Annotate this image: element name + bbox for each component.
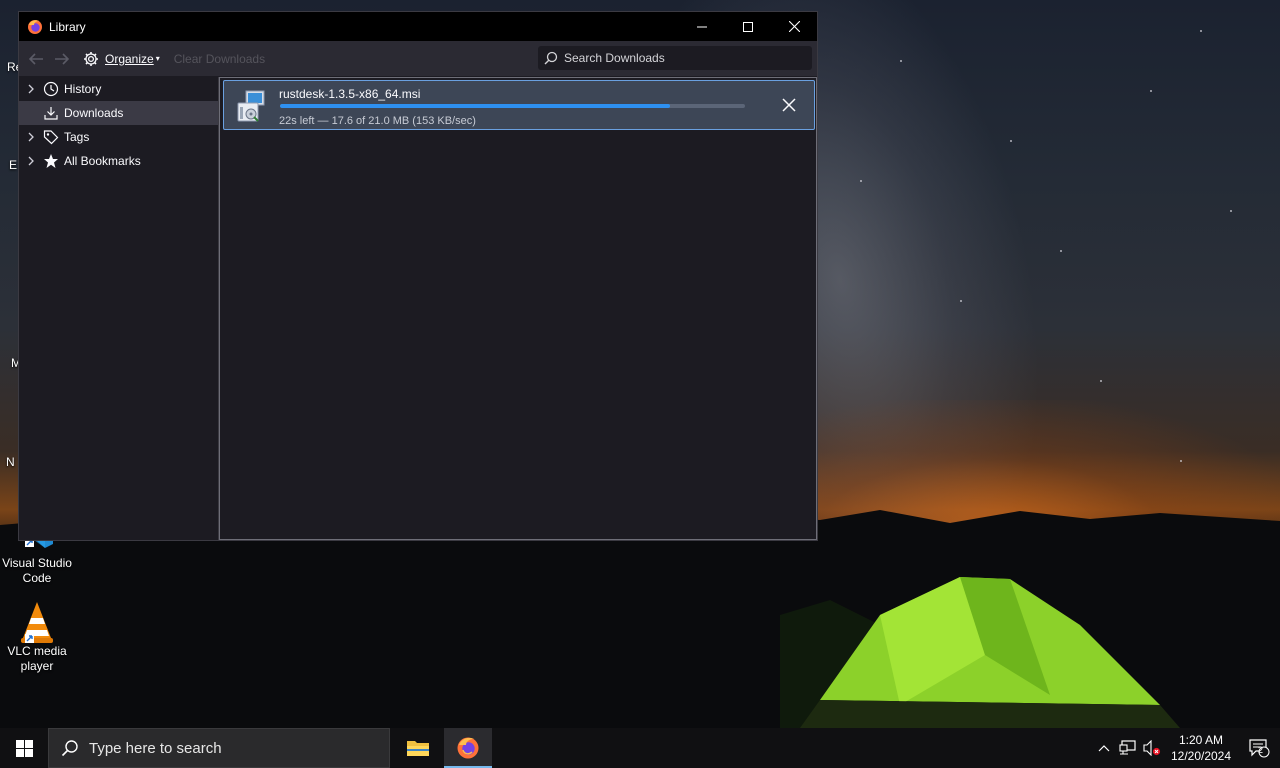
clock-date: 12/20/2024 (1170, 749, 1232, 763)
system-tray: 1:20 AM 12/20/2024 2 (1092, 728, 1280, 768)
close-icon (788, 21, 800, 32)
taskbar-app-firefox[interactable] (444, 728, 492, 768)
chevron-right-icon[interactable] (27, 156, 39, 166)
star (1230, 210, 1232, 212)
chevron-down-icon: ▾ (155, 54, 160, 63)
firefox-icon (457, 737, 479, 759)
taskbar-app-file-explorer[interactable] (394, 728, 442, 768)
close-button[interactable] (771, 12, 817, 41)
desktop-icon-label-partial: E (9, 158, 18, 172)
back-button[interactable] (25, 48, 47, 70)
taskbar-search-placeholder: Type here to search (89, 739, 222, 757)
clock-icon (43, 81, 59, 97)
star (1100, 380, 1102, 382)
maximize-icon (743, 21, 753, 32)
notification-count-badge: 2 (1258, 745, 1264, 755)
sidebar-item-history[interactable]: History (19, 77, 218, 101)
chevron-up-icon (1098, 745, 1110, 752)
arrow-right-icon (55, 52, 70, 65)
desktop-icon-label-partial: N (6, 455, 15, 469)
sidebar-item-label: Downloads (64, 106, 124, 120)
chevron-right-icon[interactable] (27, 132, 39, 142)
organize-button[interactable]: Organize ▾ (83, 51, 160, 67)
cancel-download-button[interactable] (780, 96, 798, 114)
library-sidebar: History Downloads Tags All Bookmarks (19, 77, 219, 540)
search-icon (61, 740, 78, 757)
network-button[interactable] (1116, 728, 1140, 768)
download-item[interactable]: rustdesk-1.3.5-x86_64.msi 22s left — 17.… (223, 80, 815, 130)
taskbar-clock[interactable]: 1:20 AM 12/20/2024 (1164, 732, 1238, 764)
downloads-list: rustdesk-1.3.5-x86_64.msi 22s left — 17.… (219, 77, 817, 540)
clock-time: 1:20 AM (1178, 733, 1224, 747)
search-placeholder: Search Downloads (564, 51, 665, 65)
minimize-button[interactable] (679, 12, 725, 41)
download-progress-bar (280, 104, 745, 108)
minimize-icon (697, 26, 707, 27)
network-icon (1119, 740, 1136, 755)
download-icon (43, 105, 59, 121)
sidebar-item-all-bookmarks[interactable]: All Bookmarks (19, 149, 218, 173)
arrow-left-icon (28, 52, 43, 65)
star (1150, 90, 1152, 92)
desktop-icon-label: VLC media player (7, 644, 67, 673)
download-status: 22s left — 17.6 of 21.0 MB (153 KB/sec) (279, 115, 476, 127)
desktop-icon-vlc[interactable]: VLC media player (0, 600, 74, 674)
star (1200, 30, 1202, 32)
library-toolbar: Organize ▾ Clear Downloads Search Downlo… (19, 41, 817, 77)
sidebar-item-label: All Bookmarks (64, 154, 141, 168)
sidebar-item-label: History (64, 82, 102, 96)
organize-label: Organize (105, 51, 154, 66)
firefox-icon (28, 19, 42, 34)
gear-icon (84, 51, 98, 66)
sidebar-item-label: Tags (64, 130, 90, 144)
vlc-icon (15, 600, 59, 643)
download-progress-fill (280, 104, 670, 108)
close-icon (782, 98, 796, 112)
windows-logo-icon (15, 739, 33, 757)
star (1010, 140, 1012, 142)
window-title: Library (49, 19, 86, 34)
star-icon (43, 153, 59, 169)
taskbar: Type here to search 1:20 AM 12/20/2024 2 (0, 728, 1280, 768)
sidebar-item-tags[interactable]: Tags (19, 125, 218, 149)
chevron-right-icon[interactable] (27, 84, 39, 94)
start-button[interactable] (0, 728, 48, 768)
maximize-button[interactable] (725, 12, 771, 41)
show-hidden-icons-button[interactable] (1092, 728, 1116, 768)
action-center-button[interactable]: 2 (1238, 728, 1280, 768)
volume-muted-icon (1143, 740, 1161, 756)
sidebar-item-downloads[interactable]: Downloads (19, 101, 218, 125)
star (900, 60, 902, 62)
tag-icon (43, 129, 59, 145)
clear-downloads-button[interactable]: Clear Downloads (174, 52, 265, 66)
msi-installer-icon (237, 90, 265, 122)
title-bar[interactable]: Library (19, 12, 817, 41)
taskbar-search-box[interactable]: Type here to search (48, 728, 390, 768)
download-filename: rustdesk-1.3.5-x86_64.msi (279, 87, 421, 101)
star (860, 180, 862, 182)
search-input[interactable]: Search Downloads (538, 46, 812, 70)
search-icon (544, 51, 558, 65)
star (1180, 460, 1182, 462)
desktop-icon-label: Visual Studio Code (2, 556, 72, 585)
star (1060, 250, 1062, 252)
forward-button[interactable] (51, 48, 73, 70)
star (960, 300, 962, 302)
file-explorer-icon (407, 741, 429, 756)
volume-button[interactable] (1140, 728, 1164, 768)
library-window: Library Organize ▾ Clear Downloads Searc… (18, 11, 818, 541)
